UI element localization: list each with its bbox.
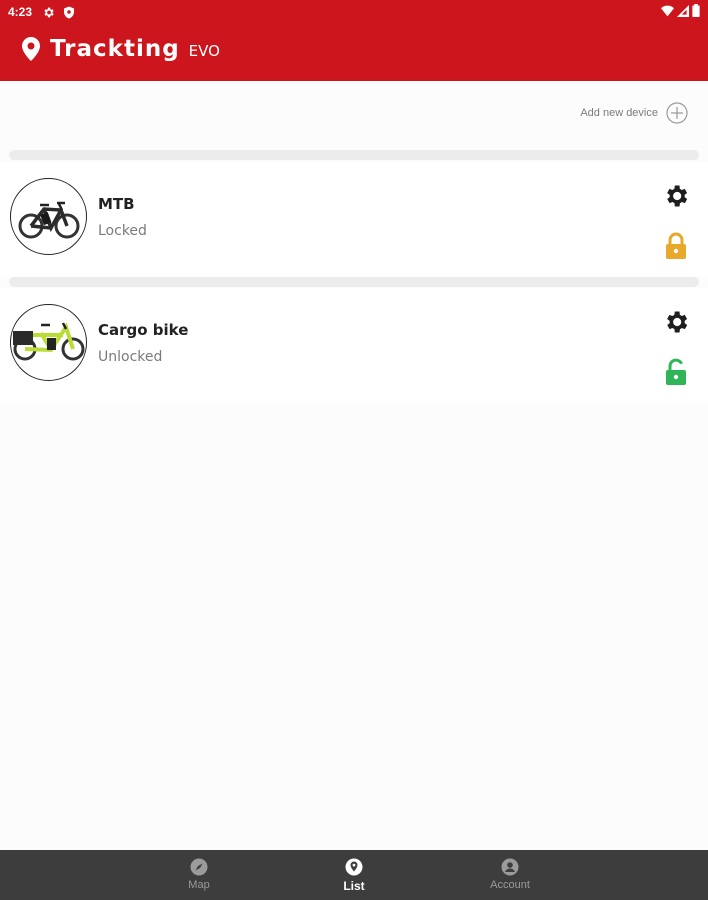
user-icon <box>501 858 519 876</box>
status-indicators <box>661 4 700 17</box>
device-avatar-mtb <box>10 178 87 255</box>
device-avatar-cargo-bike <box>10 304 87 381</box>
nav-label-account: Account <box>490 879 530 891</box>
settings-status-icon <box>42 6 55 19</box>
mountain-bike-image <box>18 201 80 239</box>
nav-tab-account[interactable]: Account <box>465 850 555 900</box>
device-row-mtb[interactable]: MTB Locked <box>0 162 708 277</box>
device-settings-button[interactable] <box>662 308 690 336</box>
device-status: Locked <box>98 223 147 239</box>
device-name: Cargo bike <box>98 321 189 339</box>
divider <box>9 277 699 287</box>
location-pin-icon <box>345 858 363 876</box>
app-title: Trackting <box>50 36 180 62</box>
device-list-screen: Add new device MTB Locked Cargo bike Unl… <box>0 81 708 850</box>
app-bar: Trackting EVO <box>22 36 220 62</box>
gear-icon <box>667 185 688 207</box>
device-row-cargo-bike[interactable]: Cargo bike Unlocked <box>0 288 708 403</box>
shield-status-icon <box>63 6 75 19</box>
bottom-navigation: Map List Account <box>0 850 708 900</box>
lock-closed-icon <box>666 232 686 259</box>
add-device-button[interactable]: Add new device <box>580 102 688 124</box>
status-bar: 4:23 <box>0 0 708 24</box>
plus-circle-icon <box>666 102 688 124</box>
nav-tab-list[interactable]: List <box>309 850 399 900</box>
status-time: 4:23 <box>8 5 33 19</box>
nav-label-list: List <box>343 879 365 893</box>
compass-icon <box>190 858 208 876</box>
nav-tab-map[interactable]: Map <box>154 850 244 900</box>
lock-toggle-button[interactable] <box>664 232 688 260</box>
wifi-icon <box>661 5 674 16</box>
cargo-bike-image <box>13 322 85 361</box>
lock-toggle-button[interactable] <box>664 358 688 386</box>
battery-icon <box>692 4 700 17</box>
add-device-label: Add new device <box>580 107 658 119</box>
device-settings-button[interactable] <box>662 182 690 210</box>
device-status: Unlocked <box>98 349 163 365</box>
signal-icon <box>677 4 689 17</box>
device-name: MTB <box>98 195 135 213</box>
app-subtitle: EVO <box>188 41 220 60</box>
gear-icon <box>667 311 688 333</box>
nav-label-map: Map <box>188 879 210 891</box>
app-header: 4:23 Trackting EVO <box>0 0 708 81</box>
location-pin-icon <box>22 37 40 61</box>
lock-open-icon <box>666 358 686 385</box>
divider <box>9 150 699 160</box>
